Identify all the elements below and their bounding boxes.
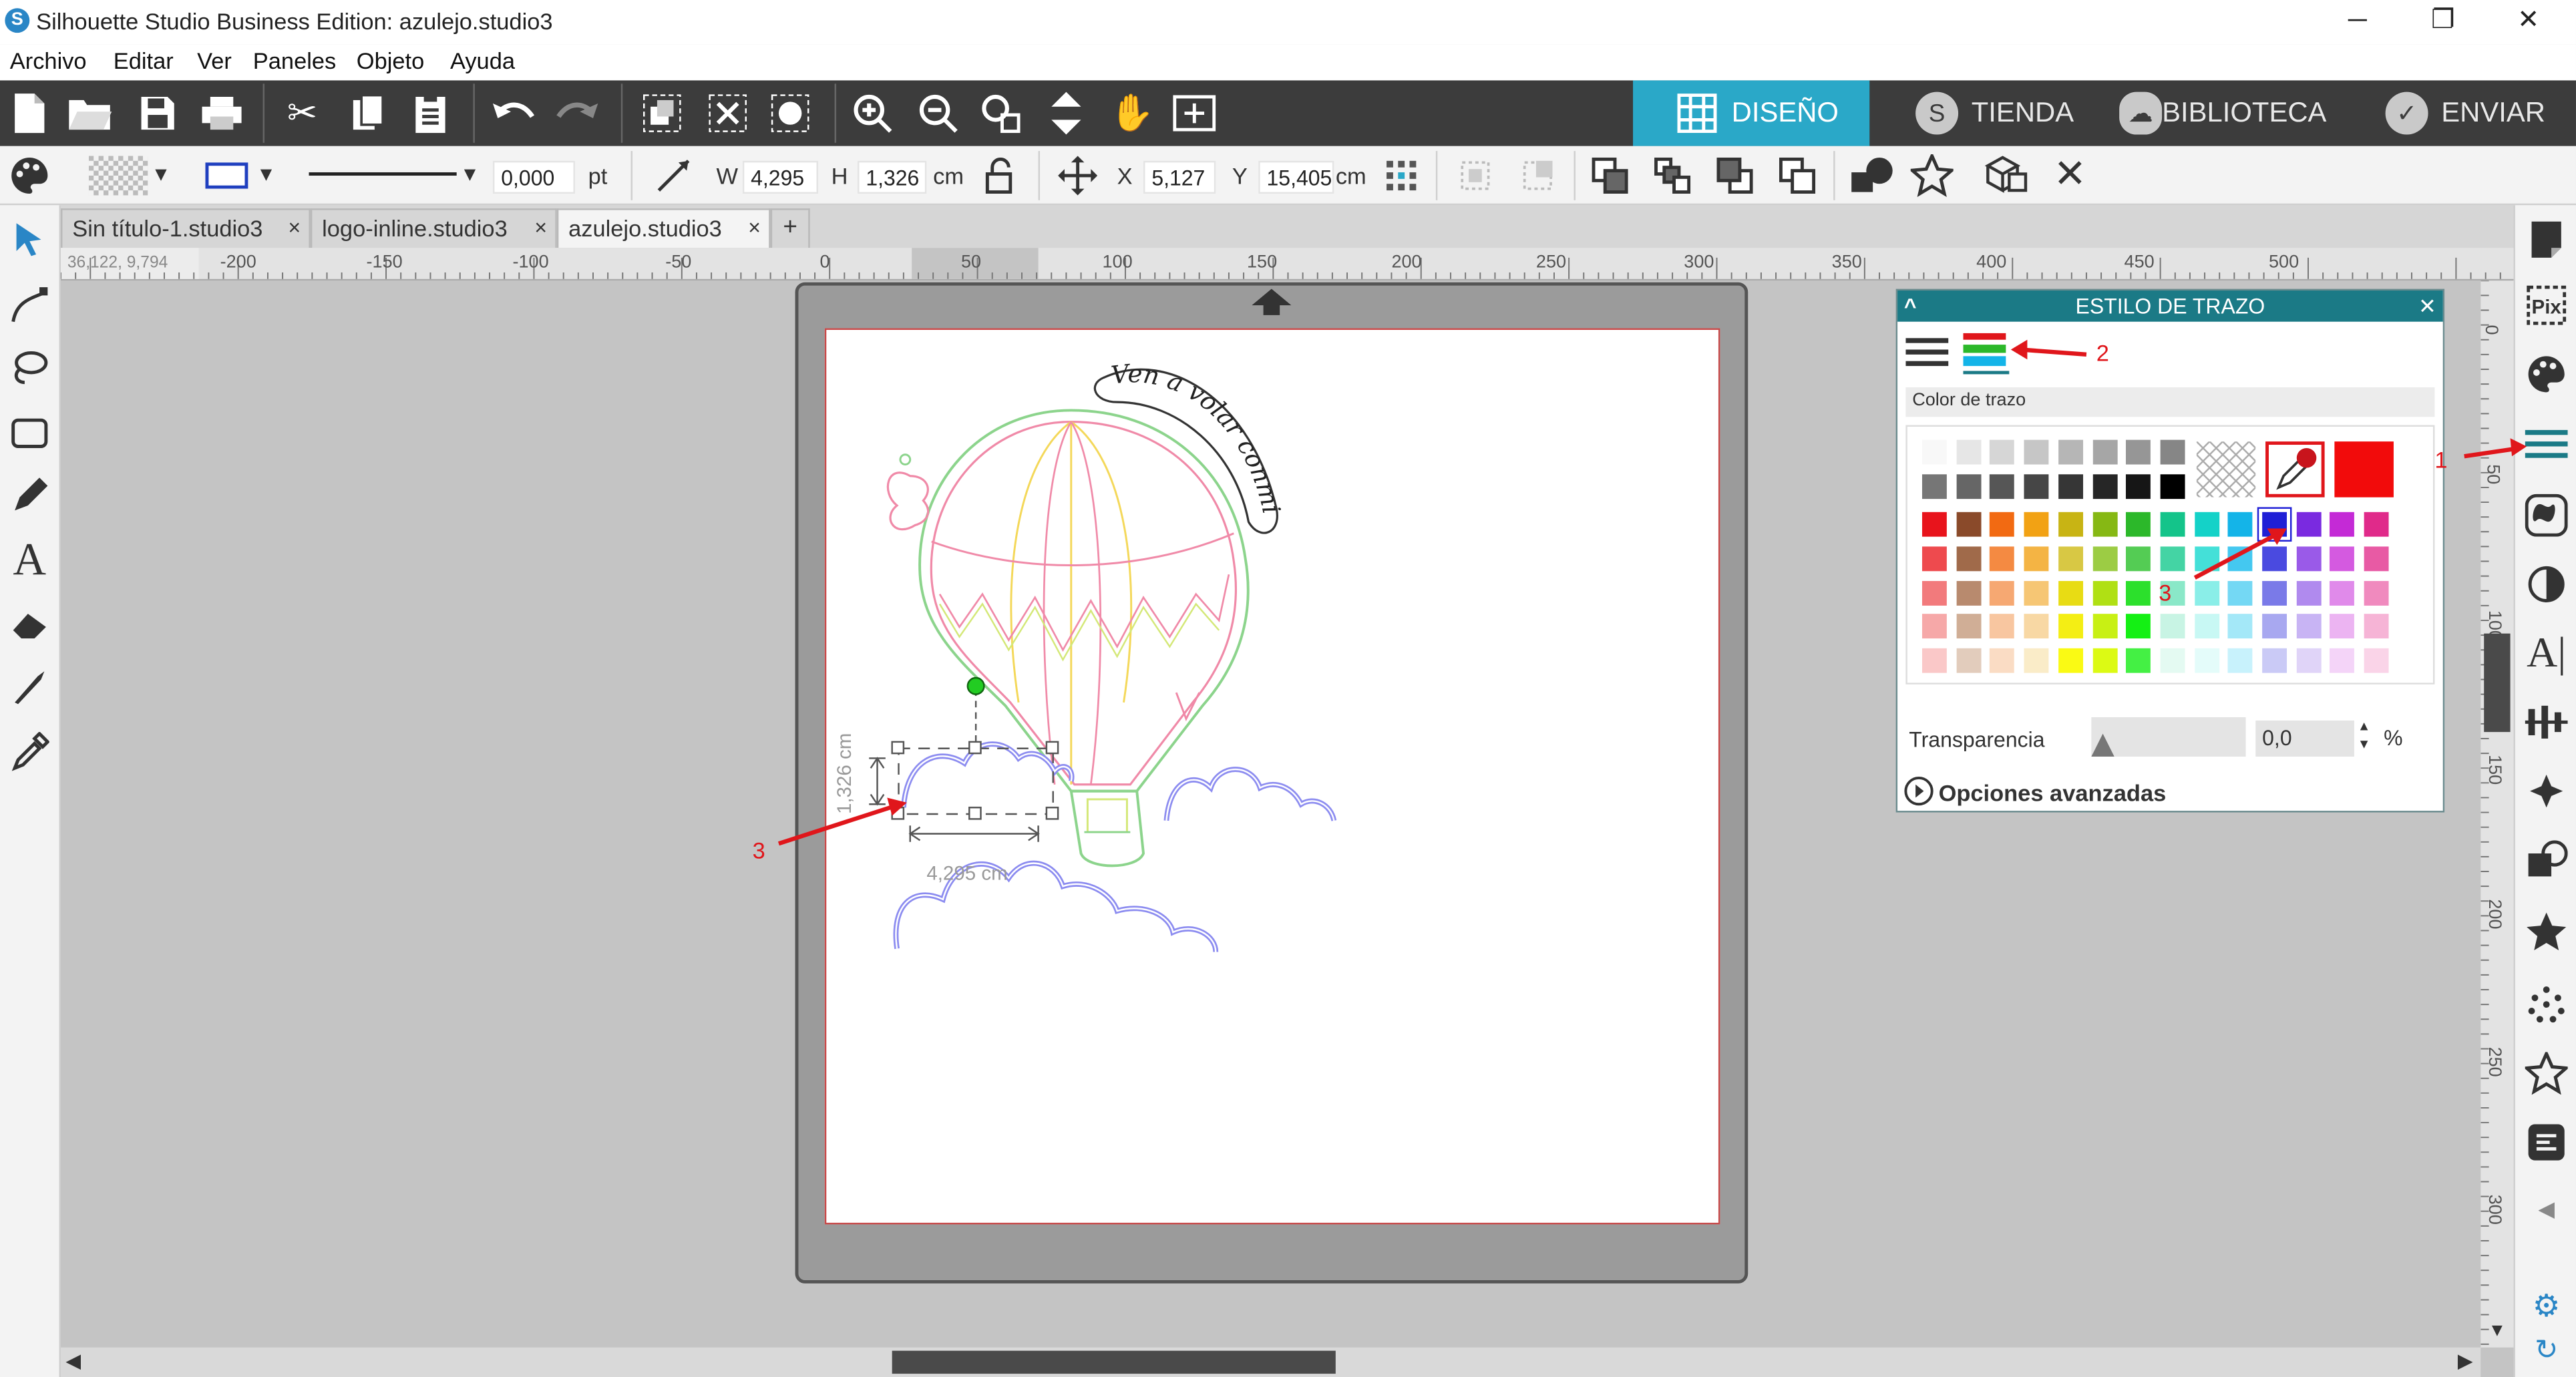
annotation-2: 2	[2096, 341, 2109, 367]
annotation-3: 3	[2159, 581, 2171, 606]
annotation-1: 1	[2434, 447, 2447, 473]
annotation-3: 3	[753, 838, 765, 863]
tutorial-annotations: 1 2 3 3	[753, 339, 2527, 863]
